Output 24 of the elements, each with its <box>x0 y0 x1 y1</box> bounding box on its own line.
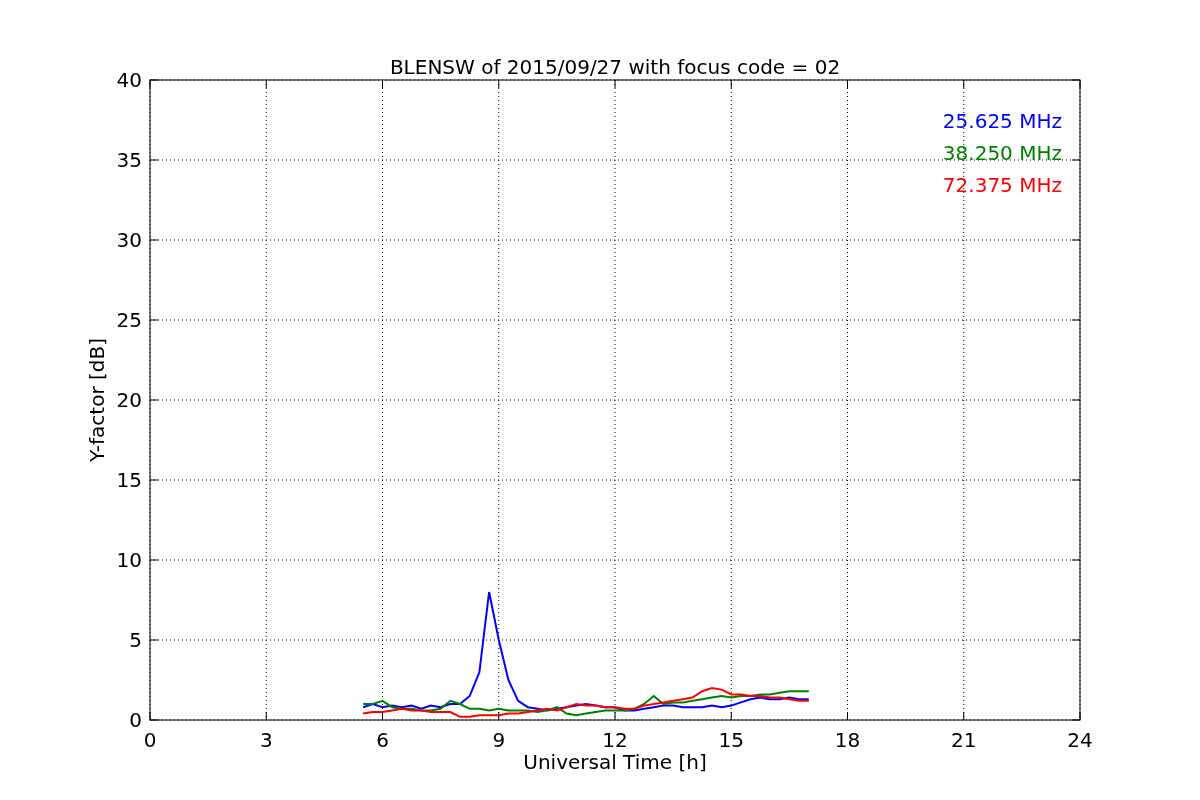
legend-label: 72.375 MHz <box>942 173 1062 197</box>
tick-label: 21 <box>951 728 977 752</box>
tick-label: 10 <box>116 548 142 572</box>
tick-label: 18 <box>834 728 861 752</box>
chart-title: BLENSW of 2015/09/27 with focus code = 02 <box>389 55 841 79</box>
y-axis-label: Y-factor [dB] <box>85 338 109 462</box>
x-axis-label: Universal Time [h] <box>523 750 707 774</box>
tick-label: 0 <box>143 728 157 752</box>
tick-label: 40 <box>116 68 142 92</box>
tick-label: 9 <box>492 728 506 752</box>
tick-label: 15 <box>718 728 744 752</box>
tick-label: 12 <box>602 728 628 752</box>
tick-label: 35 <box>116 148 142 172</box>
legend-label: 38.250 MHz <box>942 141 1062 165</box>
legend-label: 25.625 MHz <box>942 109 1062 133</box>
tick-label: 15 <box>116 468 142 492</box>
tick-label: 5 <box>129 628 142 652</box>
tick-label: 30 <box>116 228 142 252</box>
tick-label: 24 <box>1067 728 1093 752</box>
tick-label: 6 <box>376 728 389 752</box>
tick-label: 20 <box>116 388 142 412</box>
tick-label: 25 <box>116 308 142 332</box>
tick-label: 0 <box>129 708 142 732</box>
tick-label: 3 <box>259 728 273 752</box>
